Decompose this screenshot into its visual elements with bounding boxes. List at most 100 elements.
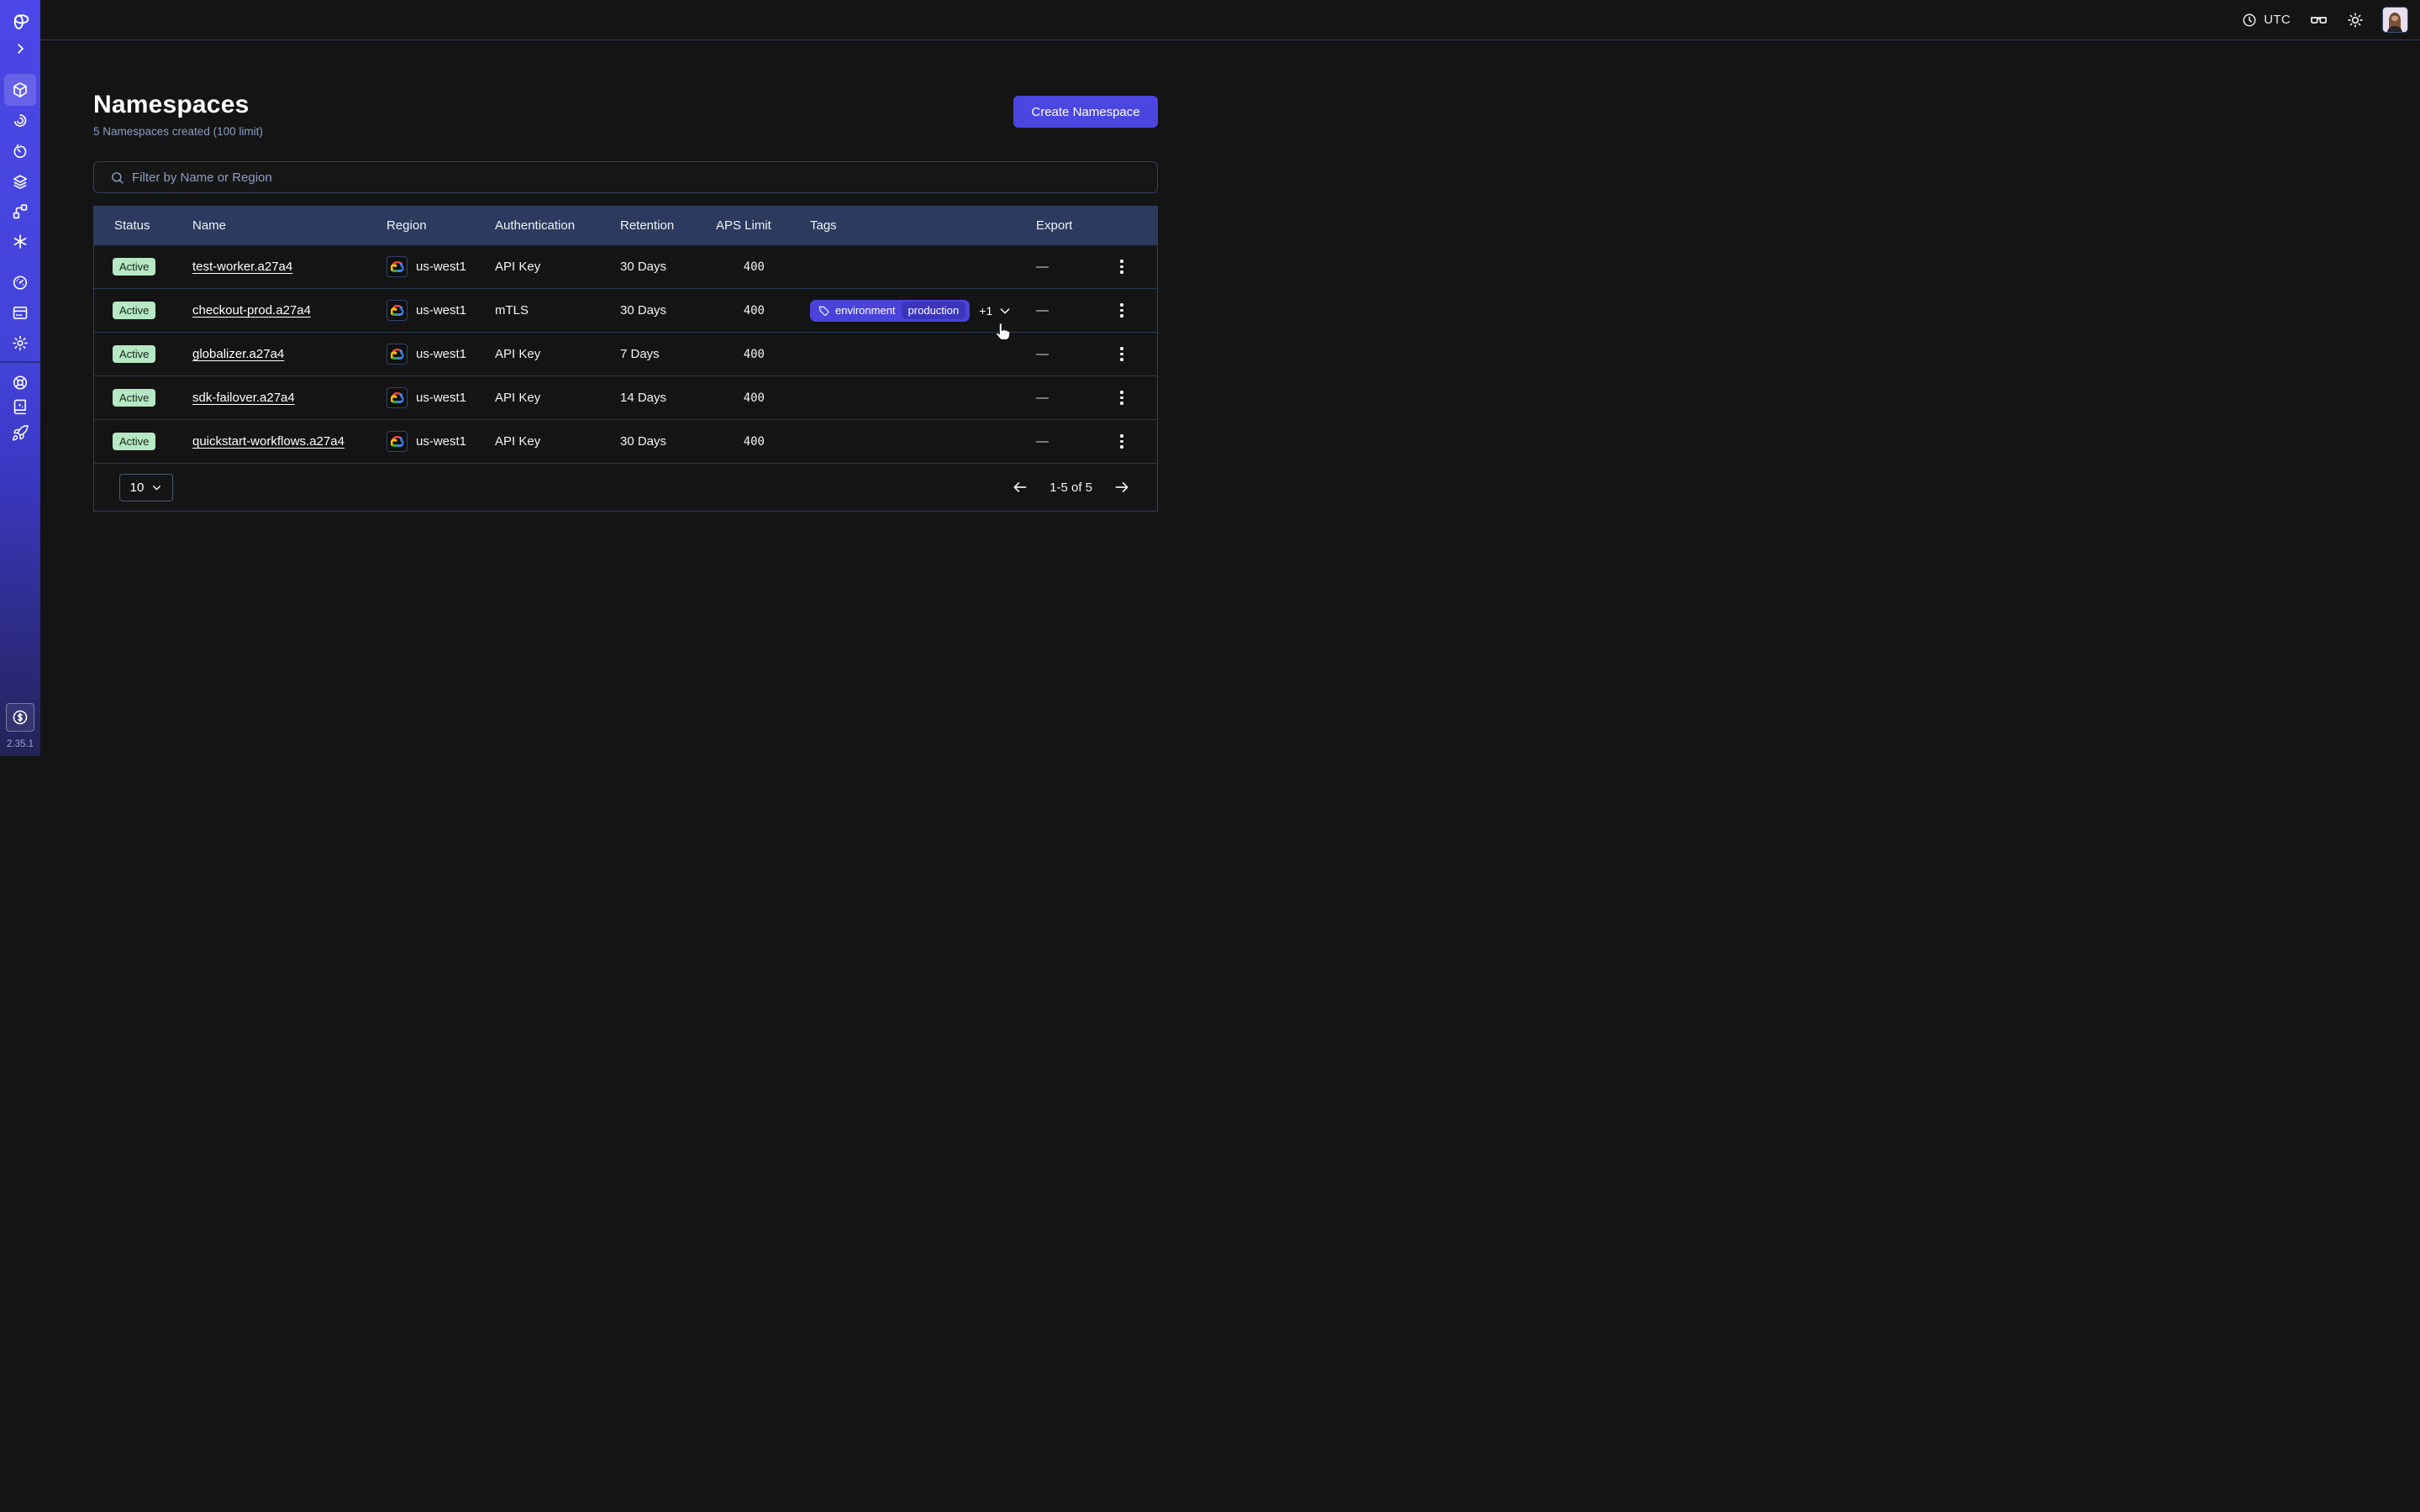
row-menu-button[interactable] bbox=[1115, 386, 1128, 410]
timezone-selector[interactable]: UTC bbox=[2242, 13, 2291, 28]
page-title: Namespaces bbox=[93, 91, 263, 119]
clock-icon bbox=[2242, 13, 2257, 28]
name-cell: checkout-prod.a27a4 bbox=[192, 303, 387, 318]
previous-page-button[interactable] bbox=[1012, 479, 1028, 496]
retention-cell: 30 Days bbox=[620, 434, 716, 449]
row-menu-button[interactable] bbox=[1115, 298, 1128, 323]
actions-cell bbox=[1110, 386, 1158, 410]
retention-cell: 30 Days bbox=[620, 260, 716, 274]
sidebar-item-namespaces[interactable] bbox=[4, 74, 36, 106]
search-icon bbox=[110, 171, 124, 185]
page-title-block: Namespaces 5 Namespaces created (100 lim… bbox=[93, 91, 263, 138]
table-row: Active quickstart-workflows.a27a4 us-wes… bbox=[94, 419, 1157, 463]
page-size-value: 10 bbox=[130, 480, 145, 495]
kebab-icon bbox=[1120, 303, 1123, 307]
tag-chip[interactable]: environment production bbox=[810, 300, 970, 322]
next-page-button[interactable] bbox=[1113, 479, 1130, 496]
sidebar-item-schedules[interactable] bbox=[12, 143, 29, 160]
table-row: Active sdk-failover.a27a4 us-west1 API K… bbox=[94, 375, 1157, 419]
rocket-icon bbox=[12, 424, 29, 442]
kebab-icon bbox=[1120, 391, 1123, 394]
row-menu-button[interactable] bbox=[1115, 429, 1128, 454]
namespaces-cube-icon bbox=[11, 81, 29, 99]
page-subtitle: 5 Namespaces created (100 limit) bbox=[93, 125, 263, 138]
sidebar-item-nexus[interactable] bbox=[12, 233, 29, 250]
sidebar: 2.35.1 bbox=[0, 0, 40, 756]
kebab-icon bbox=[1120, 434, 1123, 438]
export-cell: — bbox=[1026, 434, 1110, 449]
topbar: UTC bbox=[40, 0, 2420, 40]
gcp-cloud-icon bbox=[387, 300, 408, 321]
user-avatar[interactable] bbox=[2382, 7, 2408, 33]
page-size-select[interactable]: 10 bbox=[119, 474, 173, 501]
sidebar-expand-button[interactable] bbox=[13, 41, 28, 56]
app-version: 2.35.1 bbox=[0, 739, 40, 749]
pricing-badge-dollar-icon bbox=[11, 708, 29, 727]
sidebar-item-getting-started[interactable] bbox=[12, 424, 29, 442]
namespace-link[interactable]: quickstart-workflows.a27a4 bbox=[192, 434, 345, 449]
namespace-link[interactable]: sdk-failover.a27a4 bbox=[192, 391, 295, 405]
sidebar-item-settings[interactable] bbox=[12, 334, 29, 352]
tags-cell: environment production +1 bbox=[810, 300, 1026, 322]
temporal-logo[interactable] bbox=[10, 10, 31, 31]
namespace-link[interactable]: globalizer.a27a4 bbox=[192, 347, 284, 361]
page-range-label: 1-5 of 5 bbox=[1050, 480, 1092, 495]
authentication-cell: API Key bbox=[495, 434, 620, 449]
region-label: us-west1 bbox=[416, 347, 466, 361]
readability-mode-button[interactable] bbox=[2309, 10, 2328, 29]
status-badge: Active bbox=[113, 433, 155, 450]
retention-cell: 7 Days bbox=[620, 347, 716, 361]
namespace-link[interactable]: test-worker.a27a4 bbox=[192, 260, 292, 274]
export-value: — bbox=[1036, 391, 1049, 405]
tags-expand-button[interactable] bbox=[998, 304, 1012, 318]
docs-book-icon bbox=[12, 398, 29, 416]
filter-input[interactable] bbox=[132, 171, 1157, 185]
status-cell: Active bbox=[94, 258, 192, 276]
sun-icon bbox=[2347, 12, 2364, 29]
status-cell: Active bbox=[94, 302, 192, 319]
export-value: — bbox=[1036, 260, 1049, 274]
layers-icon bbox=[12, 173, 29, 191]
actions-cell bbox=[1110, 342, 1158, 366]
timezone-label: UTC bbox=[2264, 13, 2291, 27]
sidebar-item-workflows[interactable] bbox=[12, 112, 29, 129]
region-cell: us-west1 bbox=[387, 300, 495, 321]
status-cell: Active bbox=[94, 433, 192, 450]
support-lifebuoy-icon bbox=[12, 374, 29, 391]
export-cell: — bbox=[1026, 260, 1110, 274]
gcp-cloud-icon bbox=[387, 256, 408, 277]
name-cell: quickstart-workflows.a27a4 bbox=[192, 434, 387, 449]
status-badge: Active bbox=[113, 258, 155, 276]
region-cell: us-west1 bbox=[387, 256, 495, 277]
table-row: Active checkout-prod.a27a4 us-west1 mTLS… bbox=[94, 288, 1157, 332]
sidebar-item-support[interactable] bbox=[12, 374, 29, 391]
column-header-authentication: Authentication bbox=[495, 218, 620, 233]
sidebar-item-batch-operations[interactable] bbox=[12, 202, 29, 220]
kebab-icon bbox=[1120, 260, 1123, 263]
sidebar-item-docs[interactable] bbox=[12, 398, 29, 416]
retention-cell: 14 Days bbox=[620, 391, 716, 405]
row-menu-button[interactable] bbox=[1115, 255, 1128, 279]
sidebar-item-deployments[interactable] bbox=[12, 173, 29, 191]
column-header-status: Status bbox=[94, 218, 192, 233]
actions-cell bbox=[1110, 298, 1158, 323]
export-cell: — bbox=[1026, 303, 1110, 318]
column-header-name: Name bbox=[192, 218, 387, 233]
kebab-icon bbox=[1120, 347, 1123, 350]
aps-limit-cell: 400 bbox=[716, 391, 810, 405]
namespace-link[interactable]: checkout-prod.a27a4 bbox=[192, 303, 311, 318]
actions-cell bbox=[1110, 255, 1158, 279]
temporal-logo-icon bbox=[10, 10, 31, 31]
sidebar-item-usage[interactable] bbox=[12, 274, 29, 291]
status-badge: Active bbox=[113, 302, 155, 319]
sidebar-item-billing[interactable] bbox=[12, 304, 29, 322]
theme-toggle-button[interactable] bbox=[2347, 12, 2364, 29]
retention-cell: 30 Days bbox=[620, 303, 716, 318]
status-badge: Active bbox=[113, 345, 155, 363]
name-cell: globalizer.a27a4 bbox=[192, 347, 387, 361]
table-row: Active test-worker.a27a4 us-west1 API Ke… bbox=[94, 244, 1157, 288]
pricing-button[interactable] bbox=[6, 703, 34, 732]
row-menu-button[interactable] bbox=[1115, 342, 1128, 366]
create-namespace-button[interactable]: Create Namespace bbox=[1013, 96, 1158, 128]
gcp-cloud-icon bbox=[387, 387, 408, 408]
